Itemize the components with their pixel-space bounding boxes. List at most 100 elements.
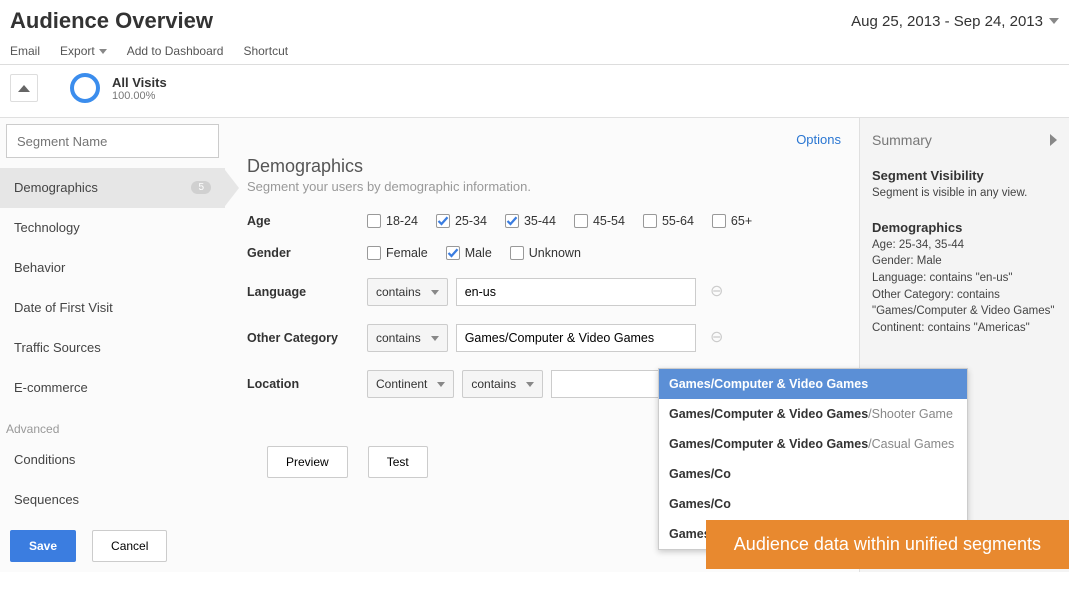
- chevron-down-icon: [99, 49, 107, 54]
- language-value-input[interactable]: [456, 278, 696, 306]
- checkbox-icon: [446, 246, 460, 260]
- checkbox-label: Male: [465, 246, 492, 260]
- checkbox-icon: [712, 214, 726, 228]
- panel-subheading: Segment your users by demographic inform…: [247, 179, 841, 194]
- gender-option-male[interactable]: Male: [446, 246, 492, 260]
- category-behavior[interactable]: Behavior: [0, 248, 225, 288]
- summary-line: Continent: contains "Americas": [872, 320, 1057, 337]
- category-label: Date of First Visit: [14, 300, 113, 315]
- other-category-operator-value: contains: [376, 331, 421, 345]
- collapse-toggle[interactable]: [10, 74, 38, 102]
- summary-demographics-heading: Demographics: [872, 220, 1057, 235]
- category-technology[interactable]: Technology: [0, 208, 225, 248]
- age-option-18-24[interactable]: 18-24: [367, 214, 418, 228]
- advanced-sequences[interactable]: Sequences: [0, 480, 225, 520]
- segment-chip-percent: 100.00%: [112, 90, 167, 102]
- other-category-label: Other Category: [247, 331, 367, 345]
- autocomplete-option[interactable]: Games/Co: [659, 459, 967, 489]
- save-button[interactable]: Save: [10, 530, 76, 562]
- autocomplete-option[interactable]: Games/Computer & Video Games/Shooter Gam…: [659, 399, 967, 429]
- category-label: Demographics: [14, 180, 98, 195]
- segment-chip-all-visits[interactable]: All Visits 100.00%: [112, 75, 167, 102]
- autocomplete-option[interactable]: Games/Co: [659, 489, 967, 519]
- gender-option-unknown[interactable]: Unknown: [510, 246, 581, 260]
- page-title: Audience Overview: [10, 8, 213, 34]
- preview-button[interactable]: Preview: [267, 446, 348, 478]
- summary-line: Gender: Male: [872, 253, 1057, 270]
- options-link[interactable]: Options: [796, 132, 841, 147]
- language-operator-value: contains: [376, 285, 421, 299]
- chevron-up-icon: [18, 85, 30, 92]
- segment-name-input[interactable]: [6, 124, 219, 158]
- chevron-down-icon: [431, 336, 439, 341]
- location-operator-select[interactable]: contains: [462, 370, 543, 398]
- remove-condition-icon[interactable]: ⊖: [710, 331, 724, 345]
- checkbox-icon: [505, 214, 519, 228]
- checkbox-icon: [643, 214, 657, 228]
- category-label: Behavior: [14, 260, 65, 275]
- age-option-65plus[interactable]: 65+: [712, 214, 752, 228]
- location-dimension-select[interactable]: Continent: [367, 370, 454, 398]
- all-visits-ring-icon: [70, 73, 100, 103]
- checkbox-icon: [367, 246, 381, 260]
- category-traffic-sources[interactable]: Traffic Sources: [0, 328, 225, 368]
- export-button[interactable]: Export: [60, 44, 107, 58]
- age-option-35-44[interactable]: 35-44: [505, 214, 556, 228]
- checkbox-label: 25-34: [455, 214, 487, 228]
- autocomplete-option[interactable]: Games/Computer & Video Games: [659, 369, 967, 399]
- test-button[interactable]: Test: [368, 446, 428, 478]
- segment-visibility-heading: Segment Visibility: [872, 168, 1057, 183]
- date-range-picker[interactable]: Aug 25, 2013 - Sep 24, 2013: [851, 13, 1059, 30]
- summary-heading: Summary: [872, 132, 932, 148]
- category-e-commerce[interactable]: E-commerce: [0, 368, 225, 408]
- export-label: Export: [60, 44, 95, 58]
- age-option-25-34[interactable]: 25-34: [436, 214, 487, 228]
- language-label: Language: [247, 285, 367, 299]
- date-range-text: Aug 25, 2013 - Sep 24, 2013: [851, 13, 1043, 30]
- summary-line: Language: contains "en-us": [872, 270, 1057, 287]
- age-label: Age: [247, 214, 367, 228]
- chevron-down-icon: [437, 382, 445, 387]
- chevron-down-icon: [1049, 18, 1059, 24]
- chevron-right-icon[interactable]: [1050, 134, 1057, 146]
- location-operator-value: contains: [471, 377, 516, 391]
- gender-label: Gender: [247, 246, 367, 260]
- chevron-down-icon: [526, 382, 534, 387]
- category-badge: 5: [191, 181, 211, 194]
- segment-chip-title: All Visits: [112, 75, 167, 90]
- checkbox-icon: [574, 214, 588, 228]
- segment-chips-bar: All Visits 100.00%: [0, 65, 1069, 117]
- advanced-section-label: Advanced: [0, 408, 225, 440]
- location-dimension-value: Continent: [376, 377, 427, 391]
- location-label: Location: [247, 377, 367, 391]
- remove-condition-icon[interactable]: ⊖: [710, 285, 724, 299]
- summary-line: Age: 25-34, 35-44: [872, 237, 1057, 254]
- other-category-value-input[interactable]: [456, 324, 696, 352]
- language-operator-select[interactable]: contains: [367, 278, 448, 306]
- checkbox-icon: [510, 246, 524, 260]
- checkbox-icon: [367, 214, 381, 228]
- gender-option-female[interactable]: Female: [367, 246, 428, 260]
- summary-demographics-lines: Age: 25-34, 35-44Gender: MaleLanguage: c…: [872, 237, 1057, 337]
- checkbox-label: 35-44: [524, 214, 556, 228]
- summary-line: Other Category: contains "Games/Computer…: [872, 287, 1057, 320]
- autocomplete-option[interactable]: Games/Computer & Video Games/Casual Game…: [659, 429, 967, 459]
- cancel-button[interactable]: Cancel: [92, 530, 167, 562]
- category-label: Traffic Sources: [14, 340, 101, 355]
- category-demographics[interactable]: Demographics 5: [0, 168, 225, 208]
- category-date-of-first-visit[interactable]: Date of First Visit: [0, 288, 225, 328]
- add-dashboard-button[interactable]: Add to Dashboard: [127, 44, 224, 58]
- advanced-conditions[interactable]: Conditions: [0, 440, 225, 480]
- checkbox-icon: [436, 214, 450, 228]
- email-button[interactable]: Email: [10, 44, 40, 58]
- checkbox-label: 65+: [731, 214, 752, 228]
- chevron-down-icon: [431, 290, 439, 295]
- checkbox-label: 45-54: [593, 214, 625, 228]
- age-option-45-54[interactable]: 45-54: [574, 214, 625, 228]
- checkbox-label: Female: [386, 246, 428, 260]
- age-option-55-64[interactable]: 55-64: [643, 214, 694, 228]
- other-category-operator-select[interactable]: contains: [367, 324, 448, 352]
- shortcut-button[interactable]: Shortcut: [243, 44, 288, 58]
- checkbox-label: Unknown: [529, 246, 581, 260]
- panel-heading: Demographics: [247, 156, 841, 177]
